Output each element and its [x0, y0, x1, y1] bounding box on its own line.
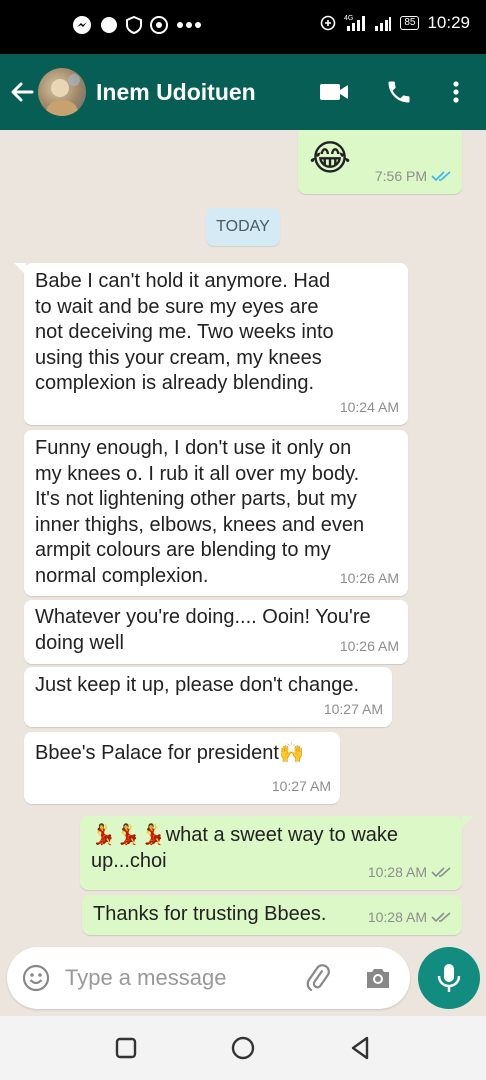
message-line: using this your cream, my knees	[35, 346, 322, 369]
triangle-back-icon	[351, 1036, 369, 1060]
shield-icon	[126, 16, 142, 34]
arrow-left-icon	[11, 82, 34, 102]
message-meta: 10:26 AM	[340, 634, 399, 660]
message-time: 7:56 PM	[374, 167, 427, 184]
voice-message-button[interactable]	[418, 947, 480, 1009]
message-line: up...choi	[91, 849, 167, 872]
message-time: 10:27 AM	[323, 700, 383, 717]
bubble-tail	[14, 263, 26, 275]
status-system-icons: 4G 85 10:29	[320, 13, 470, 33]
message-meta: 10:26 AM	[340, 566, 399, 592]
message-text: 💃💃💃what a sweet way to wake up...choi	[91, 823, 398, 874]
square-icon	[115, 1037, 137, 1059]
message-bubble-incoming[interactable]: Just keep it up, please don't change. 10…	[24, 667, 392, 727]
chrome-icon	[150, 16, 168, 34]
camera-button[interactable]	[363, 963, 393, 993]
message-meta: 7:56 PM	[375, 164, 453, 190]
phone-icon	[388, 81, 410, 103]
message-line: to wait and be sure my eyes are	[35, 295, 319, 318]
contact-avatar[interactable]	[38, 68, 86, 116]
message-bubble-incoming[interactable]: Funny enough, I don't use it only on my …	[24, 430, 408, 596]
system-navigation-bar	[0, 1016, 486, 1080]
emoji-button[interactable]	[21, 963, 51, 993]
svg-text:4G: 4G	[344, 15, 353, 22]
message-line: my knees o. I rub it all over my body.	[35, 462, 360, 485]
message-text: Bbee's Palace for president🙌	[35, 742, 304, 764]
status-notification-icons	[72, 15, 202, 35]
message-input[interactable]	[65, 957, 295, 999]
message-line: inner thighs, elbows, knees and even	[35, 513, 365, 536]
message-bubble-outgoing[interactable]: Thanks for trusting Bbees. 10:28 AM	[82, 895, 462, 935]
message-bubble-outgoing[interactable]: 😂 7:56 PM	[298, 130, 462, 194]
message-meta: 10:24 AM	[340, 395, 399, 421]
messenger-icon	[72, 15, 92, 35]
circle-notification-icon	[100, 16, 118, 34]
message-line: armpit colours are blending to my	[35, 539, 331, 561]
double-check-icon	[431, 867, 451, 878]
message-composer	[7, 947, 410, 1009]
message-meta: 10:27 AM	[324, 697, 383, 723]
message-meta: 10:28 AM	[368, 860, 453, 886]
status-time: 10:29	[427, 13, 470, 32]
more-options-button[interactable]	[446, 78, 466, 106]
voice-call-button[interactable]	[385, 78, 413, 106]
message-text: Just keep it up, please don't change.	[35, 674, 360, 696]
data-saver-icon	[320, 15, 336, 31]
message-line: complexion is already blending.	[35, 372, 315, 394]
message-bubble-incoming[interactable]: Whatever you're doing.... Ooin! You're d…	[24, 600, 408, 664]
message-line: Babe I can't hold it anymore. Had	[35, 270, 331, 292]
message-text: Whatever you're doing.... Ooin! You're d…	[35, 605, 371, 656]
message-line: normal complexion.	[35, 564, 209, 587]
signal-4g-icon: 4G	[344, 14, 366, 32]
nav-back-button[interactable]	[346, 1034, 374, 1062]
message-text: Funny enough, I don't use it only on my …	[35, 436, 364, 589]
double-check-icon	[431, 912, 451, 923]
video-camera-icon	[320, 84, 348, 100]
message-line: doing well	[35, 631, 124, 654]
more-notifications-icon	[176, 21, 202, 29]
circle-icon	[231, 1036, 255, 1060]
message-line: Whatever you're doing.... Ooin! You're	[35, 606, 371, 628]
back-button[interactable]	[8, 78, 36, 106]
message-meta: 10:28 AM	[368, 905, 453, 931]
message-line: It's not lightening other parts, but my	[35, 488, 357, 510]
date-divider: TODAY	[206, 208, 280, 246]
message-time: 10:24 AM	[339, 398, 399, 415]
kebab-menu-icon	[453, 81, 459, 103]
microphone-icon	[437, 964, 461, 992]
message-bubble-outgoing[interactable]: 💃💃💃what a sweet way to wake up...choi 10…	[80, 816, 462, 890]
message-bubble-incoming[interactable]: Bbee's Palace for president🙌 10:27 AM	[24, 732, 340, 804]
message-line: 💃💃💃what a sweet way to wake	[91, 824, 399, 846]
contact-name[interactable]: Inem Udoituen	[96, 79, 256, 106]
bubble-tail	[462, 816, 474, 828]
battery-indicator: 85	[400, 16, 420, 30]
signal-icon	[374, 15, 392, 31]
message-time: 10:26 AM	[339, 637, 399, 654]
message-time: 10:27 AM	[271, 777, 331, 794]
message-time: 10:26 AM	[339, 569, 399, 586]
video-call-button[interactable]	[318, 80, 350, 104]
message-time: 10:28 AM	[367, 908, 427, 925]
camera-icon	[367, 969, 389, 988]
home-button[interactable]	[229, 1034, 257, 1062]
message-meta: 10:27 AM	[272, 774, 331, 800]
attach-button[interactable]	[303, 963, 333, 993]
message-bubble-incoming[interactable]: Babe I can't hold it anymore. Had to wai…	[24, 263, 408, 425]
message-list[interactable]: 😂 7:56 PM TODAY Babe I can't hold it any…	[0, 130, 486, 1016]
message-time: 10:28 AM	[367, 863, 427, 880]
message-line: not deceiving me. Two weeks into	[35, 321, 334, 343]
paperclip-icon	[306, 964, 330, 992]
message-text: Thanks for trusting Bbees.	[93, 903, 327, 925]
smiley-icon	[22, 964, 50, 992]
recents-button[interactable]	[112, 1034, 140, 1062]
message-text: 😂	[309, 137, 352, 178]
status-bar: 4G 85 10:29	[0, 0, 486, 54]
double-check-read-icon	[431, 171, 451, 182]
chat-header: Inem Udoituen	[0, 54, 486, 130]
message-text: Babe I can't hold it anymore. Had to wai…	[35, 269, 334, 397]
message-line: Funny enough, I don't use it only on	[35, 437, 352, 459]
